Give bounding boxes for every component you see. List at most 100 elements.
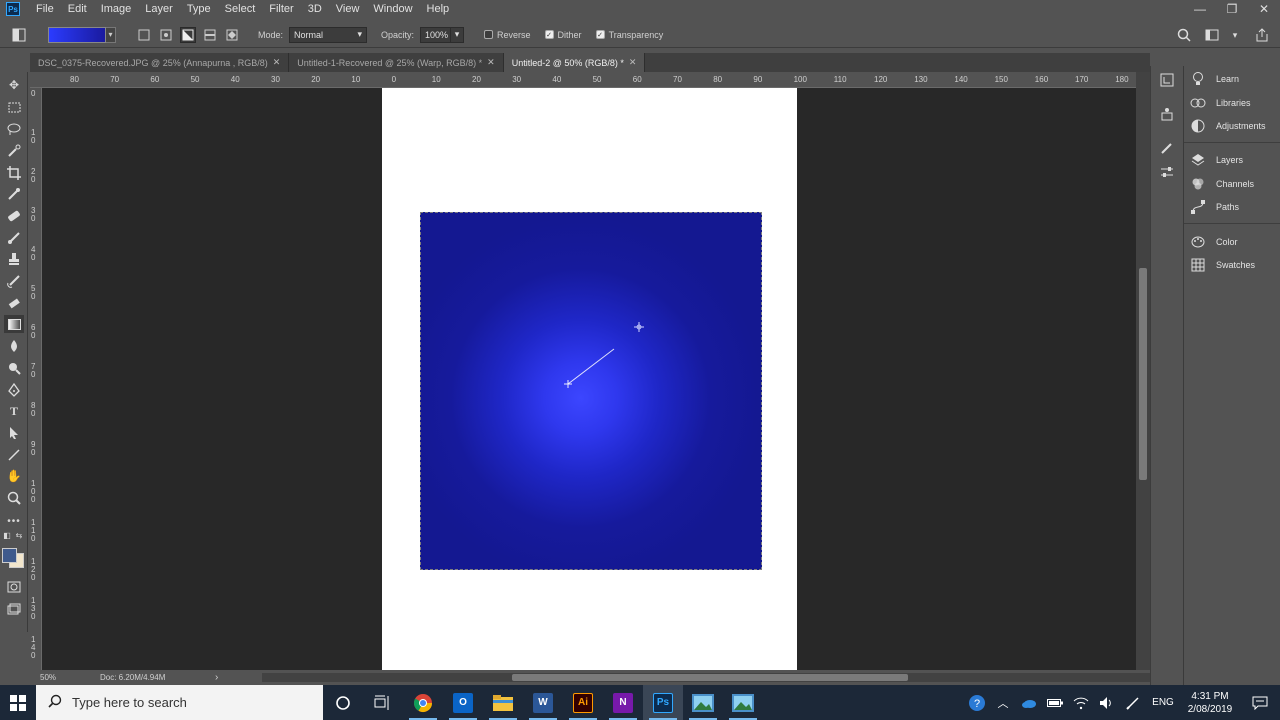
transparency-checkbox[interactable]: ✓ [595,30,605,39]
panel-color[interactable]: Color [1190,232,1238,252]
move-tool-icon[interactable]: ✥ [4,76,24,94]
mode-select[interactable]: Normal ▾ [289,26,368,43]
gradient-picker-dropdown[interactable]: ▾ [106,26,116,43]
brush-settings-icon[interactable] [1157,138,1177,158]
lasso-tool-icon[interactable] [4,120,24,138]
panel-libraries[interactable]: Libraries [1190,93,1251,113]
menu-layer[interactable]: Layer [138,3,180,15]
workspace-icon[interactable] [1202,25,1222,45]
taskbar-app-chrome[interactable] [403,685,443,720]
close-icon[interactable]: ✕ [629,57,637,68]
share-icon[interactable] [1252,25,1272,45]
line-tool-icon[interactable] [4,446,24,464]
history-panel-icon[interactable] [1157,70,1177,90]
start-button[interactable] [0,685,36,720]
taskbar-app-photos-2[interactable] [723,685,763,720]
search-icon[interactable] [1174,25,1194,45]
brush-tool-icon[interactable] [4,229,24,247]
blur-tool-icon[interactable] [4,337,24,355]
menu-select[interactable]: Select [218,3,263,15]
cortana-button[interactable] [323,685,363,720]
foreground-color-swatch[interactable] [2,548,17,563]
horizontal-scrollbar[interactable] [262,673,1158,682]
taskbar-app-photos[interactable] [683,685,723,720]
volume-icon[interactable] [1094,685,1120,720]
crop-tool-icon[interactable] [4,164,24,182]
taskbar-app-outlook[interactable]: O [443,685,483,720]
reflected-gradient-button[interactable] [202,27,218,43]
panel-swatches[interactable]: Swatches [1190,255,1255,275]
onedrive-icon[interactable] [1016,685,1042,720]
status-menu-arrow[interactable]: › [215,672,218,683]
zoom-level[interactable]: 50% [40,673,82,682]
help-icon[interactable]: ? [964,685,990,720]
angle-gradient-button[interactable] [180,26,196,43]
vertical-scrollbar[interactable] [1136,72,1150,670]
gradient-editor-swatch[interactable] [48,26,106,43]
tray-expand-icon[interactable]: ︿ [990,685,1016,720]
gradient-tool-icon[interactable] [4,315,24,333]
menu-window[interactable]: Window [366,3,419,15]
more-tools-icon[interactable]: ••• [4,512,24,530]
type-tool-icon[interactable]: T [4,402,24,420]
default-colors-icon[interactable]: ◧ [2,530,12,540]
menu-3d[interactable]: 3D [301,3,329,15]
minimize-button[interactable]: — [1184,0,1216,18]
adjustment-sliders-icon[interactable] [1157,162,1177,182]
taskbar-app-word[interactable]: W [523,685,563,720]
hand-tool-icon[interactable]: ✋ [4,467,24,485]
opacity-dropdown[interactable]: ▾ [450,26,465,43]
marquee-tool-icon[interactable] [4,98,24,116]
vertical-scrollbar-thumb[interactable] [1139,268,1147,480]
diamond-gradient-button[interactable] [224,27,240,43]
wifi-icon[interactable] [1068,685,1094,720]
menu-help[interactable]: Help [420,3,457,15]
quick-mask-icon[interactable] [4,578,24,596]
restore-button[interactable]: ❐ [1216,0,1248,18]
action-center-icon[interactable] [1240,685,1280,720]
clone-stamp-tool-icon[interactable] [4,250,24,268]
language-indicator[interactable]: ENG [1146,685,1180,720]
menu-type[interactable]: Type [180,3,218,15]
taskbar-clock[interactable]: 4:31 PM 2/08/2019 [1180,690,1240,716]
menu-filter[interactable]: Filter [262,3,300,15]
menu-image[interactable]: Image [94,3,139,15]
panel-learn[interactable]: Learn [1190,69,1239,89]
panel-layers[interactable]: Layers [1190,150,1243,170]
screen-mode-icon[interactable] [4,600,24,618]
pen-workspace-icon[interactable] [1120,685,1146,720]
taskbar-app-photoshop[interactable]: Ps [643,685,683,720]
pen-tool-icon[interactable] [4,381,24,399]
close-icon[interactable]: ✕ [273,57,281,68]
taskbar-app-onenote[interactable]: N [603,685,643,720]
menu-view[interactable]: View [329,3,367,15]
dither-checkbox[interactable]: ✓ [544,30,554,39]
panel-adjustments[interactable]: Adjustments [1190,116,1266,136]
horizontal-scrollbar-thumb[interactable] [512,674,908,681]
quick-selection-tool-icon[interactable] [4,142,24,160]
history-brush-tool-icon[interactable] [4,272,24,290]
menu-file[interactable]: File [29,3,61,15]
swap-colors-icon[interactable]: ⇆ [14,530,24,540]
gradient-selection-area[interactable] [420,212,762,570]
tab-untitled-1[interactable]: Untitled-1-Recovered @ 25% (Warp, RGB/8)… [289,53,504,72]
dodge-tool-icon[interactable] [4,359,24,377]
tab-untitled-2[interactable]: Untitled-2 @ 50% (RGB/8) * ✕ [503,53,646,72]
opacity-input[interactable]: 100% [420,26,451,43]
properties-panel-icon[interactable] [1157,104,1177,124]
workspace-dropdown-icon[interactable]: ▾ [1230,25,1240,45]
battery-icon[interactable] [1042,685,1068,720]
taskbar-app-illustrator[interactable]: Ai [563,685,603,720]
taskbar-search-box[interactable]: Type here to search [36,685,323,720]
close-button[interactable]: ✕ [1248,0,1280,18]
menu-edit[interactable]: Edit [61,3,94,15]
tool-preset-picker[interactable] [10,25,30,45]
task-view-button[interactable] [363,685,403,720]
path-selection-tool-icon[interactable] [4,424,24,442]
taskbar-app-file-explorer[interactable] [483,685,523,720]
healing-brush-tool-icon[interactable] [4,207,24,225]
reverse-checkbox[interactable] [484,30,494,39]
eyedropper-tool-icon[interactable] [4,185,24,203]
panel-paths[interactable]: Paths [1190,197,1239,217]
close-icon[interactable]: ✕ [487,57,495,68]
